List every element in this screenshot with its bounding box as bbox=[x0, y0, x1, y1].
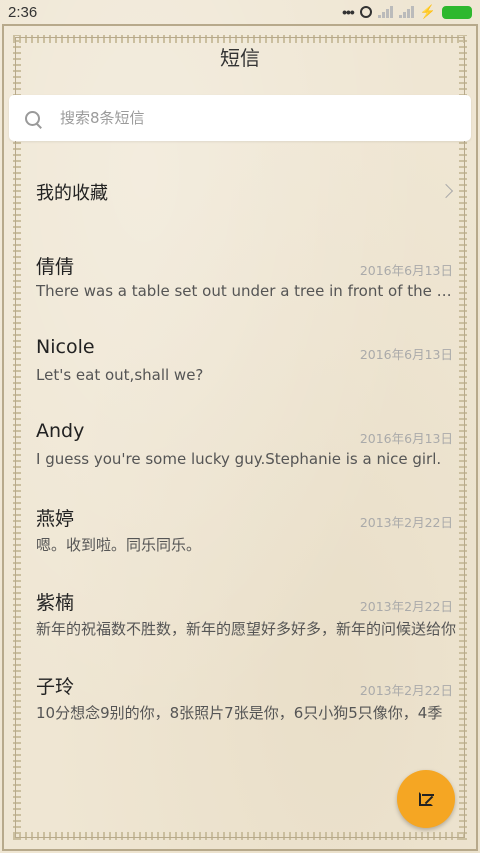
message-item[interactable]: 燕婷 2013年2月22日 嗯。收到啦。同乐同乐。 bbox=[15, 492, 465, 576]
favorites-label: 我的收藏 bbox=[36, 183, 108, 204]
message-preview: 新年的祝福数不胜数，新年的愿望好多好多，新年的问候送给你 bbox=[36, 620, 456, 638]
search-box[interactable] bbox=[9, 95, 471, 141]
compose-button[interactable] bbox=[397, 770, 455, 828]
contact-name: 燕婷 bbox=[36, 508, 75, 530]
message-preview: There was a table set out under a tree i… bbox=[36, 282, 456, 300]
search-icon bbox=[25, 110, 40, 126]
contact-name: 子玲 bbox=[36, 676, 75, 698]
message-date: 2013年2月22日 bbox=[359, 515, 453, 530]
message-item[interactable]: 紫楠 2013年2月22日 新年的祝福数不胜数，新年的愿望好多好多，新年的问候送… bbox=[15, 576, 465, 660]
page-title: 短信 bbox=[220, 46, 260, 70]
status-icons: ••• ⚡ bbox=[342, 4, 472, 20]
message-preview: Let's eat out,shall we? bbox=[36, 366, 204, 384]
message-list: 倩倩 2016年6月13日 There was a table set out … bbox=[15, 240, 465, 744]
compose-icon bbox=[419, 792, 434, 806]
favorites-row[interactable]: 我的收藏 bbox=[15, 160, 465, 224]
battery-icon bbox=[442, 5, 472, 19]
message-item[interactable]: 子玲 2013年2月22日 10分想念9别的你，8张照片7张是你，6只小狗5只像… bbox=[15, 660, 465, 744]
contact-name: 紫楠 bbox=[36, 592, 75, 614]
chevron-right-icon bbox=[438, 183, 454, 199]
signal-2-icon bbox=[398, 6, 414, 18]
more-dots-icon: ••• bbox=[342, 4, 355, 20]
message-date: 2016年6月13日 bbox=[359, 263, 453, 278]
contact-name: Andy bbox=[36, 420, 85, 442]
message-date: 2013年2月22日 bbox=[359, 683, 453, 698]
search-input[interactable] bbox=[58, 108, 442, 128]
signal-icon bbox=[377, 6, 393, 18]
message-preview: 10分想念9别的你，8张照片7张是你，6只小狗5只像你，4季 bbox=[36, 704, 443, 722]
message-date: 2013年2月22日 bbox=[359, 599, 453, 614]
charging-icon: ⚡ bbox=[419, 4, 436, 19]
message-date: 2016年6月13日 bbox=[359, 431, 453, 446]
message-item[interactable]: Andy 2016年6月13日 I guess you're some luck… bbox=[15, 408, 465, 492]
message-item[interactable]: Nicole 2016年6月13日 Let's eat out,shall we… bbox=[15, 324, 465, 408]
contact-name: Nicole bbox=[36, 336, 95, 358]
message-date: 2016年6月13日 bbox=[359, 347, 453, 362]
status-bar: 2:36 ••• ⚡ bbox=[0, 0, 480, 24]
message-item[interactable]: 倩倩 2016年6月13日 There was a table set out … bbox=[15, 240, 465, 324]
contact-name: 倩倩 bbox=[36, 256, 75, 278]
alarm-icon bbox=[359, 6, 372, 18]
status-time: 2:36 bbox=[8, 3, 38, 21]
message-preview: 嗯。收到啦。同乐同乐。 bbox=[36, 536, 202, 554]
message-preview: I guess you're some lucky guy.Stephanie … bbox=[36, 450, 442, 468]
